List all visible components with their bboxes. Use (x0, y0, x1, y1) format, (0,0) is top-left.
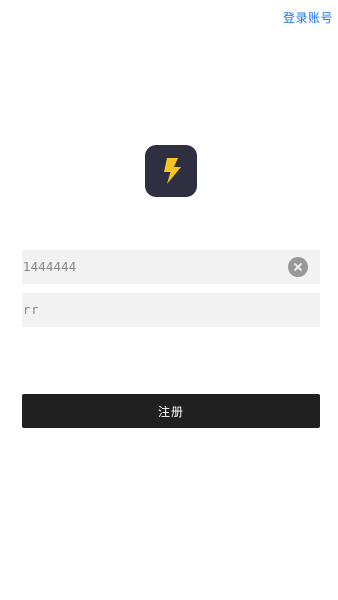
code-field (22, 293, 320, 327)
phone-field (22, 250, 320, 284)
phone-input[interactable] (22, 250, 280, 284)
code-input[interactable] (22, 293, 280, 327)
login-account-link[interactable]: 登录账号 (283, 10, 333, 26)
register-button[interactable]: 注册 (22, 394, 320, 428)
lightning-bolt-icon (164, 158, 181, 184)
app-logo (145, 145, 197, 197)
clear-circle-x-icon[interactable] (288, 257, 308, 277)
